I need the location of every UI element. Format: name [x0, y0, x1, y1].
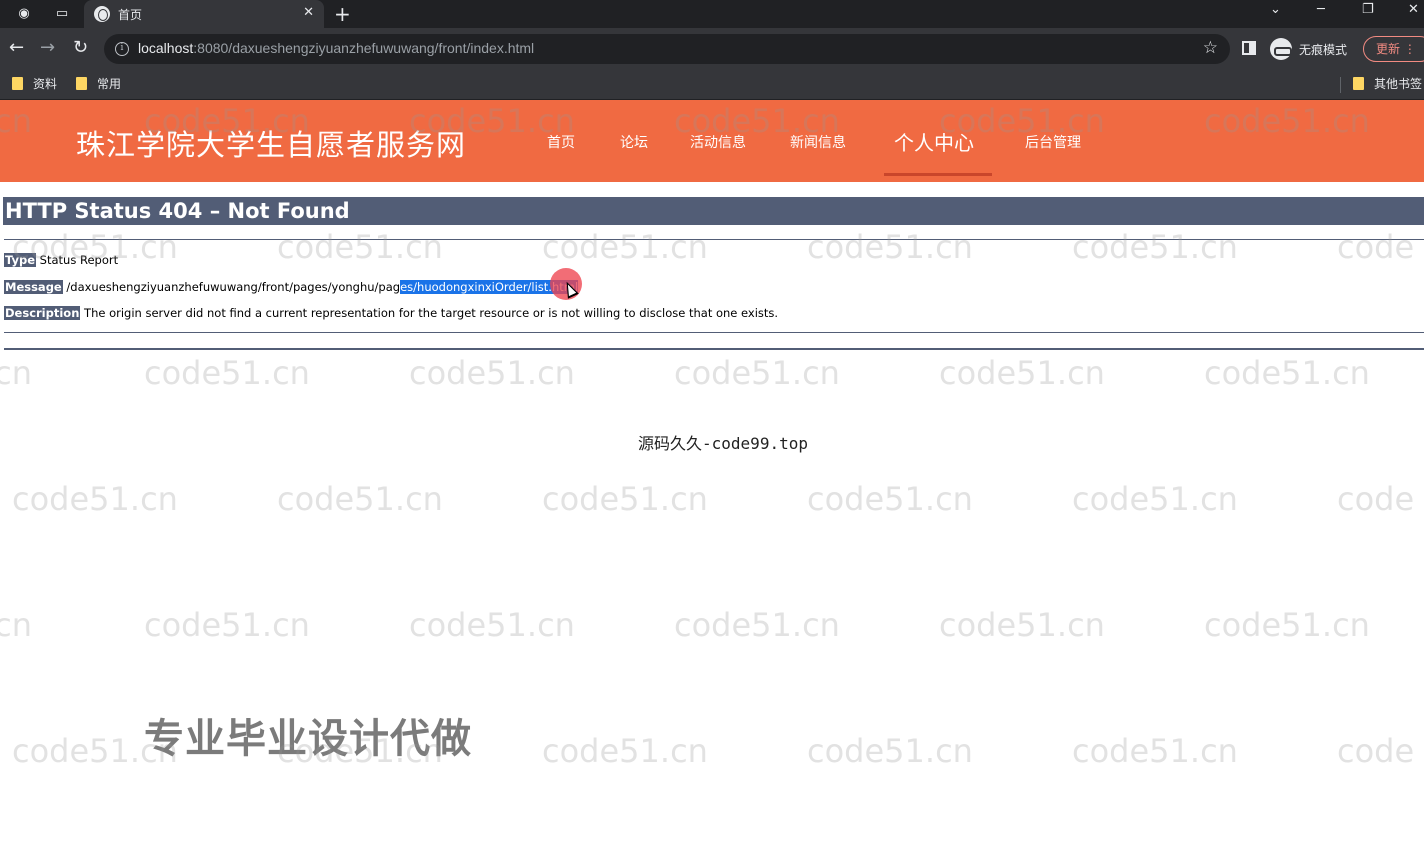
nav-personal-center[interactable]: 个人中心: [894, 127, 974, 156]
browser-menu-icon[interactable]: ◉: [14, 4, 34, 24]
bookmark-folder-changyong[interactable]: 常用: [76, 75, 121, 93]
watermark: code51.cn: [939, 606, 1105, 644]
update-button[interactable]: 更新 ⋮: [1363, 36, 1424, 62]
watermark: code51.cn: [144, 606, 310, 644]
window-close-icon[interactable]: ✕: [1408, 2, 1419, 17]
bookmark-folder-ziliao[interactable]: 资料: [12, 75, 57, 93]
description-label: Description: [4, 306, 81, 320]
watermark: code51.cn: [1072, 228, 1238, 266]
source-credit-text: 源码久久-code99.top: [638, 434, 808, 453]
address-bar[interactable]: i localhost:8080/daxueshengziyuanzhefuwu…: [104, 34, 1230, 64]
info-icon[interactable]: i: [115, 42, 129, 56]
folder-icon: [76, 77, 87, 90]
folder-icon: [1353, 77, 1364, 90]
forward-icon[interactable]: →: [40, 38, 55, 58]
tab-title: 首页: [118, 8, 143, 22]
message-label: Message: [4, 280, 63, 294]
back-icon[interactable]: ←: [9, 38, 24, 58]
watermark: code51.cn: [807, 732, 973, 770]
side-panel-icon[interactable]: [1242, 41, 1256, 55]
type-value: Status Report: [39, 253, 119, 267]
watermark: code51.cn: [277, 480, 443, 518]
watermark: .cn: [0, 354, 33, 392]
watermark: code51.cn: [1204, 354, 1370, 392]
folder-icon: [12, 77, 23, 90]
error-message-line: Message /daxueshengziyuanzhefuwuwang/fro…: [4, 280, 579, 294]
nav-forum[interactable]: 论坛: [620, 132, 648, 152]
watermark: code: [1337, 732, 1415, 770]
watermark: code51.cn: [674, 606, 840, 644]
watermark: code51.cn: [1072, 480, 1238, 518]
divider: [4, 332, 1424, 333]
active-nav-indicator: [884, 173, 992, 176]
new-tab-icon[interactable]: +: [334, 2, 351, 26]
watermark: code51.cn: [1072, 732, 1238, 770]
divider: [4, 348, 1424, 350]
watermark: code51.cn: [542, 228, 708, 266]
browser-tab-strip: ◉ ▭ 首页 ✕ + ⌄ ─ ❐ ✕: [0, 0, 1424, 28]
watermark: code51.cn: [277, 228, 443, 266]
watermark: code: [1337, 228, 1415, 266]
message-value: /daxueshengziyuanzhefuwuwang/front/pages…: [66, 280, 579, 294]
site-header: 珠江学院大学生自愿者服务网 首页 论坛 活动信息 新闻信息 个人中心 后台管理: [0, 100, 1424, 182]
watermark: code51.cn: [939, 354, 1105, 392]
nav-news-info[interactable]: 新闻信息: [790, 132, 846, 152]
nav-home[interactable]: 首页: [547, 132, 575, 152]
watermark: code51.cn: [674, 354, 840, 392]
restore-icon[interactable]: ❐: [1362, 2, 1374, 17]
watermark: code51.cn: [409, 354, 575, 392]
bookmark-other[interactable]: 其他书签: [1353, 75, 1422, 93]
reload-icon[interactable]: ↻: [73, 38, 88, 58]
ad-text: 专业毕业设计代做: [144, 716, 472, 762]
tab-home[interactable]: 首页 ✕: [84, 0, 324, 28]
chevron-down-icon[interactable]: ⌄: [1270, 2, 1281, 17]
watermark: code51.cn: [1204, 606, 1370, 644]
nav-activity-info[interactable]: 活动信息: [690, 132, 746, 152]
watermark: code51.cn: [542, 732, 708, 770]
error-description-line: Description The origin server did not fi…: [4, 306, 778, 320]
description-value: The origin server did not find a current…: [84, 306, 779, 320]
watermark: code51.cn: [542, 480, 708, 518]
divider: [4, 239, 1424, 240]
type-label: Type: [4, 253, 37, 267]
watermark: code51.cn: [409, 606, 575, 644]
incognito-label[interactable]: 无痕模式: [1299, 41, 1347, 58]
watermark: code51.cn: [144, 354, 310, 392]
incognito-icon[interactable]: [1270, 38, 1292, 60]
watermark: code51.cn: [807, 480, 973, 518]
watermark: .cn: [0, 606, 33, 644]
nav-admin[interactable]: 后台管理: [1025, 132, 1081, 152]
close-icon[interactable]: ✕: [303, 5, 314, 20]
minimize-icon[interactable]: ─: [1317, 2, 1325, 17]
tab-search-icon[interactable]: ▭: [52, 4, 72, 24]
site-title: 珠江学院大学生自愿者服务网: [76, 128, 467, 162]
url-text[interactable]: localhost:8080/daxueshengziyuanzhefuwuwa…: [138, 40, 534, 56]
browser-toolbar: ← → ↻ i localhost:8080/daxueshengziyuanz…: [0, 28, 1424, 70]
watermark: code51.cn: [12, 480, 178, 518]
watermark: code: [1337, 480, 1415, 518]
error-title: HTTP Status 404 – Not Found: [3, 197, 1424, 225]
bookmarks-bar: 资料 常用 其他书签: [0, 70, 1424, 100]
star-icon[interactable]: ☆: [1203, 38, 1218, 58]
error-type-line: Type Status Report: [4, 253, 118, 267]
watermark: code51.cn: [807, 228, 973, 266]
bookmark-separator: [1340, 77, 1341, 93]
globe-icon: [94, 6, 110, 22]
